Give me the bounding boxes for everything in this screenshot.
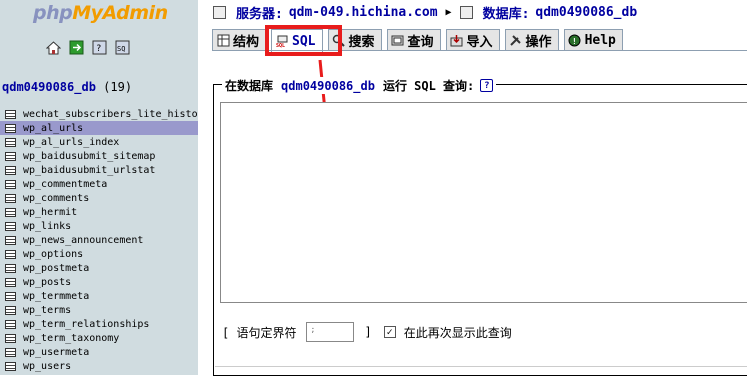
query-options: [ 语句定界符 ; ] ✓ 在此再次显示此查询: [222, 322, 512, 342]
bottom-divider: [215, 366, 747, 367]
delimiter-input[interactable]: ;: [306, 322, 355, 342]
sql-query-textarea[interactable]: [220, 102, 747, 303]
legend-suffix: 运行 SQL 查询:: [382, 79, 475, 93]
delimiter-close-bracket: ]: [364, 325, 372, 339]
help-icon[interactable]: ?: [480, 79, 494, 92]
sql-query-legend: 在数据库 qdm0490086_db 运行 SQL 查询: ?: [222, 77, 497, 94]
legend-prefix: 在数据库: [225, 79, 274, 93]
legend-db-name: qdm0490086_db: [281, 78, 375, 93]
delimiter-label: [ 语句定界符: [222, 325, 297, 340]
show-again-label[interactable]: 在此再次显示此查询: [404, 324, 512, 341]
show-again-checkbox[interactable]: ✓: [383, 326, 396, 338]
